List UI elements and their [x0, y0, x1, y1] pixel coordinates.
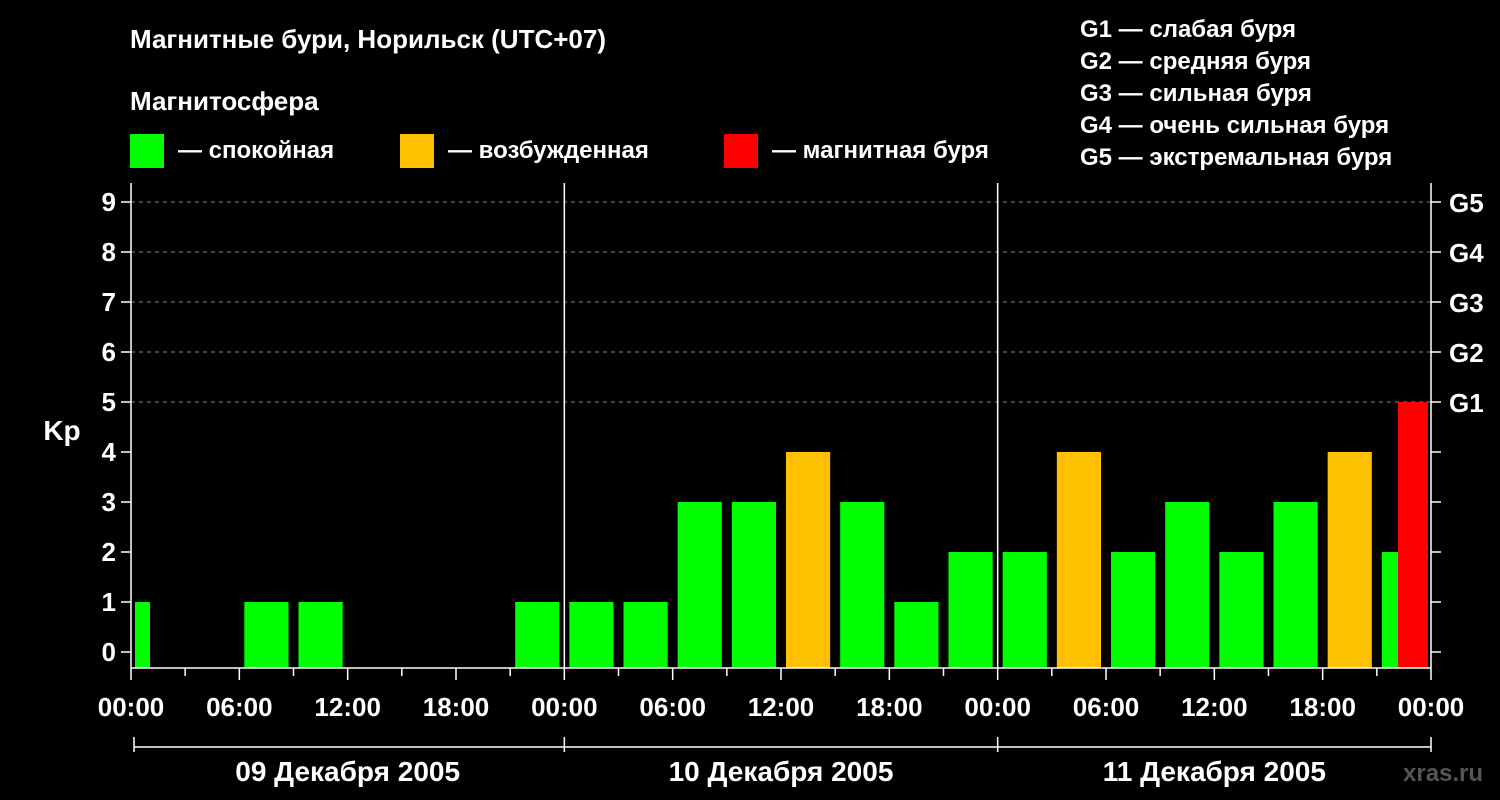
y-tick-label: 9 — [102, 187, 116, 217]
bar — [1219, 552, 1264, 668]
bar — [135, 602, 150, 668]
day-label: 11 Декабря 2005 — [1103, 756, 1326, 787]
bar — [1273, 502, 1318, 668]
right-tick-label: G3 — [1449, 288, 1484, 318]
bar — [569, 602, 614, 668]
day-label: 09 Декабря 2005 — [235, 756, 460, 787]
y-tick-label: 6 — [102, 337, 116, 367]
bar — [1398, 402, 1428, 668]
x-tick-label: 06:00 — [206, 692, 273, 722]
bar — [1165, 502, 1210, 668]
bar — [1002, 552, 1047, 668]
bar — [840, 502, 885, 668]
right-tick-label: G4 — [1449, 238, 1484, 268]
bar — [1111, 552, 1156, 668]
x-tick-label: 12:00 — [748, 692, 815, 722]
y-tick-label: 5 — [102, 387, 116, 417]
x-tick-label: 06:00 — [639, 692, 706, 722]
right-tick-label: G5 — [1449, 188, 1484, 218]
bar — [298, 602, 343, 668]
y-tick-label: 3 — [102, 487, 116, 517]
bar — [1327, 452, 1372, 668]
x-tick-label: 06:00 — [1073, 692, 1140, 722]
y-axis-label: Kp — [43, 415, 80, 446]
x-tick-label: 18:00 — [1289, 692, 1356, 722]
y-tick-label: 1 — [102, 587, 116, 617]
y-tick-label: 8 — [102, 237, 116, 267]
bar — [244, 602, 289, 668]
y-tick-label: 4 — [102, 437, 117, 467]
x-tick-label: 18:00 — [423, 692, 490, 722]
x-tick-label: 12:00 — [314, 692, 381, 722]
bar — [894, 602, 939, 668]
y-tick-label: 2 — [102, 537, 116, 567]
bar — [786, 452, 831, 668]
x-tick-label: 00:00 — [98, 692, 165, 722]
watermark: xras.ru — [1403, 760, 1484, 787]
y-tick-label: 7 — [102, 287, 116, 317]
bar — [677, 502, 722, 668]
x-tick-label: 00:00 — [1398, 692, 1465, 722]
bar — [948, 552, 993, 668]
kp-bar-chart: 0 1 2 3 4 5 6 7 8 9 G1 G2 G3 G4 G5 Kp 00:00 06:00 12:00 18:… — [43, 183, 1484, 787]
x-tick-label: 00:00 — [964, 692, 1031, 722]
bar — [515, 602, 560, 668]
bar — [623, 602, 668, 668]
right-tick-label: G1 — [1449, 388, 1484, 418]
day-label: 10 Декабря 2005 — [669, 756, 894, 787]
bar — [731, 502, 776, 668]
x-tick-label: 00:00 — [531, 692, 598, 722]
right-tick-label: G2 — [1449, 338, 1484, 368]
x-tick-label: 12:00 — [1181, 692, 1248, 722]
bar — [1056, 452, 1101, 668]
x-tick-label: 18:00 — [856, 692, 923, 722]
y-tick-label: 0 — [102, 637, 116, 667]
